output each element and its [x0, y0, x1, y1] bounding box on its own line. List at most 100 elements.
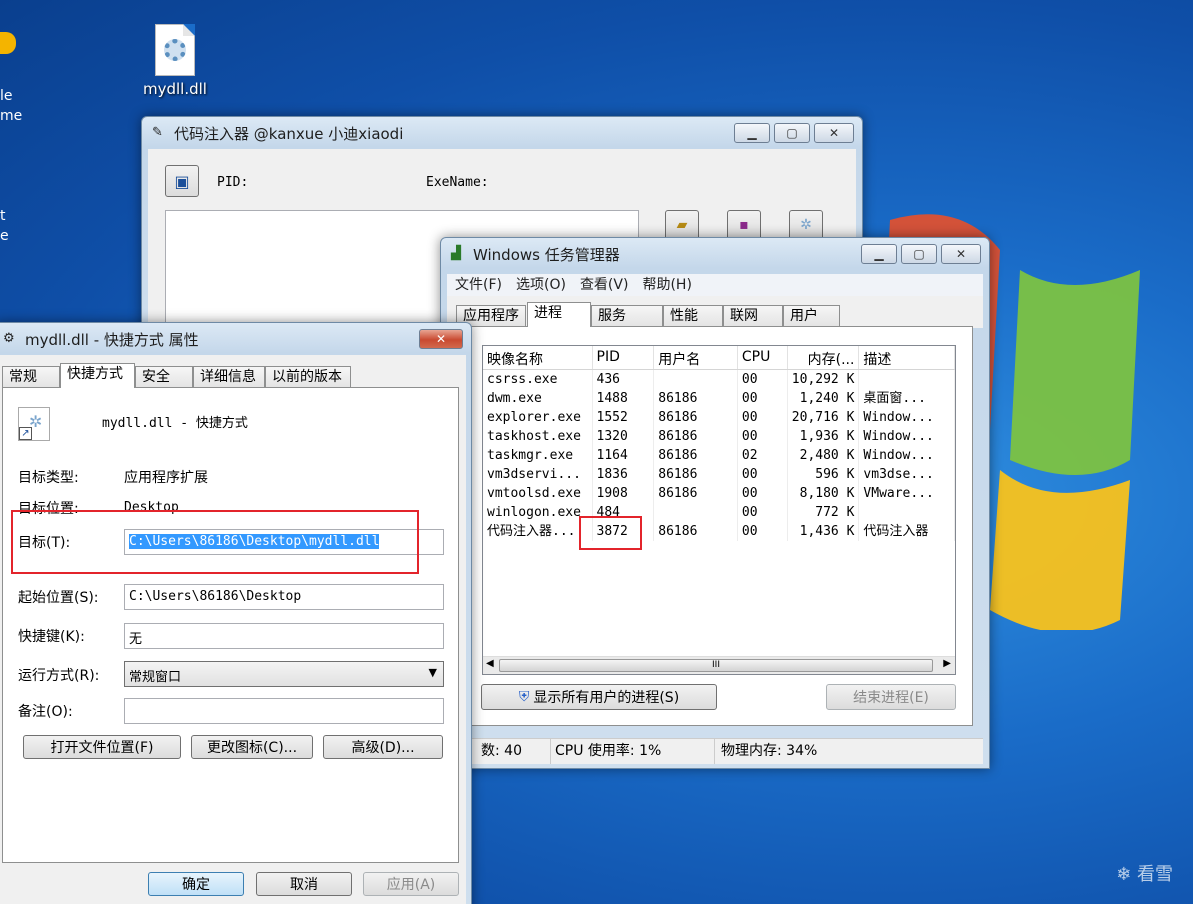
injector-title: 代码注入器 @kanxue 小迪xiaodi: [174, 124, 404, 143]
process-cell: 1164: [593, 446, 655, 465]
process-cell: 86186: [654, 522, 738, 541]
menu-options[interactable]: 选项(O): [516, 274, 566, 296]
process-row[interactable]: winlogon.exe 484 00 772 K: [483, 503, 955, 522]
pid-label: PID:: [217, 175, 249, 190]
folder-icon: ▰: [676, 217, 688, 233]
start-in-label: 起始位置(S):: [18, 590, 99, 606]
shortcut-arrow-icon: ↗: [19, 427, 32, 440]
process-cell: 00: [738, 484, 788, 503]
column-header-memory[interactable]: 内存(...: [788, 346, 860, 369]
apply-button[interactable]: 应用(A): [363, 872, 459, 896]
tab-previous-versions[interactable]: 以前的版本: [265, 366, 351, 388]
ok-button[interactable]: 确定: [148, 872, 244, 896]
process-cell: [859, 370, 955, 389]
process-cell: 00: [738, 370, 788, 389]
properties-caption-buttons: ✕: [419, 329, 463, 349]
horizontal-scrollbar[interactable]: ◀ III ▶: [483, 656, 955, 674]
properties-title: mydll.dll - 快捷方式 属性: [25, 330, 199, 349]
open-file-button[interactable]: ▰: [665, 210, 699, 240]
scroll-right-icon[interactable]: ▶: [943, 658, 951, 669]
process-row[interactable]: taskhost.exe 1320 86186 00 1,936 K Window...: [483, 427, 955, 446]
process-row[interactable]: 代码注入器... 3872 86186 00 1,436 K 代码注入器: [483, 522, 955, 541]
end-process-button[interactable]: 结束进程(E): [826, 684, 956, 710]
process-list-header: 映像名称 PID 用户名 CPU 内存(... 描述: [483, 346, 955, 370]
properties-client: 常规 快捷方式 安全 详细信息 以前的版本 ✲ ↗ mydll.dll - 快捷…: [0, 355, 466, 904]
process-cell: taskmgr.exe: [483, 446, 593, 465]
process-cell: 代码注入器: [859, 522, 955, 541]
taskmgr-icon: ▟: [451, 246, 461, 261]
tab-general[interactable]: 常规: [2, 366, 60, 388]
close-button[interactable]: ✕: [814, 123, 854, 143]
desktop-icon-mydll[interactable]: mydll.dll: [140, 20, 210, 98]
process-cell: 02: [738, 446, 788, 465]
process-cell: 1552: [593, 408, 655, 427]
maximize-button[interactable]: ▢: [774, 123, 810, 143]
cancel-button[interactable]: 取消: [256, 872, 352, 896]
injector-caption-buttons: ▁ ▢ ✕: [734, 123, 854, 143]
monitor-icon: ▣: [174, 171, 190, 191]
process-row[interactable]: vm3dservi... 1836 86186 00 596 Kvm3dse...: [483, 465, 955, 484]
close-button[interactable]: ✕: [419, 329, 463, 349]
column-header-pid[interactable]: PID: [593, 346, 655, 369]
menu-file[interactable]: 文件(F): [455, 274, 502, 296]
process-cell: vmtoolsd.exe: [483, 484, 593, 503]
process-row[interactable]: vmtoolsd.exe 1908 86186 00 8,180 K VMware...: [483, 484, 955, 503]
process-row[interactable]: taskmgr.exe 1164 86186 02 2,480 K Window...: [483, 446, 955, 465]
column-header-description[interactable]: 描述: [859, 346, 955, 369]
process-cell: 8,180 K: [788, 484, 860, 503]
column-header-cpu[interactable]: CPU: [738, 346, 788, 369]
comment-input[interactable]: [124, 698, 444, 724]
properties-titlebar[interactable]: ⚙ mydll.dll - 快捷方式 属性: [0, 323, 471, 355]
app-icon: ✎: [152, 125, 163, 140]
process-cell: 1320: [593, 427, 655, 446]
process-row[interactable]: csrss.exe 436 00 10,292 K: [483, 370, 955, 389]
process-cell: 86186: [654, 427, 738, 446]
change-icon-button[interactable]: 更改图标(C)...: [191, 735, 313, 759]
desktop-label: me: [0, 108, 23, 124]
process-list[interactable]: 映像名称 PID 用户名 CPU 内存(... 描述 csrss.exe 436 0…: [482, 345, 956, 675]
process-cell: [654, 503, 738, 522]
select-process-button[interactable]: ▣: [165, 165, 199, 197]
process-cell: Window...: [859, 446, 955, 465]
process-cell: 86186: [654, 465, 738, 484]
tab-shortcut[interactable]: 快捷方式: [60, 363, 135, 388]
show-all-processes-button[interactable]: ⛨ 显示所有用户的进程(S): [481, 684, 717, 710]
process-cell: 00: [738, 465, 788, 484]
tab-services[interactable]: 服务: [591, 305, 663, 327]
tab-details[interactable]: 详细信息: [193, 366, 265, 388]
save-button[interactable]: ▪: [727, 210, 761, 240]
advanced-button[interactable]: 高级(D)...: [323, 735, 443, 759]
tab-users[interactable]: 用户: [783, 305, 840, 327]
close-button[interactable]: ✕: [941, 244, 981, 264]
shortcut-icon: ✲ ↗: [18, 407, 50, 441]
show-all-processes-label: 显示所有用户的进程(S): [533, 690, 680, 706]
settings-button[interactable]: ✲: [789, 210, 823, 240]
tab-processes[interactable]: 进程: [527, 302, 591, 327]
tab-networking[interactable]: 联网: [723, 305, 783, 327]
start-in-input[interactable]: C:\Users\86186\Desktop: [124, 584, 444, 610]
tab-security[interactable]: 安全: [135, 366, 193, 388]
taskmgr-caption-buttons: ▁ ▢ ✕: [861, 244, 981, 264]
column-header-user[interactable]: 用户名: [654, 346, 738, 369]
scroll-thumb[interactable]: III: [499, 659, 933, 672]
desktop-icon-label: mydll.dll: [143, 80, 207, 98]
run-select[interactable]: 常规窗口 ▼: [124, 661, 444, 687]
process-row[interactable]: dwm.exe 1488 86186 00 1,240 K 桌面窗...: [483, 389, 955, 408]
scroll-left-icon[interactable]: ◀: [486, 658, 494, 669]
minimize-button[interactable]: ▁: [734, 123, 770, 143]
menu-help[interactable]: 帮助(H): [642, 274, 691, 296]
column-header-image[interactable]: 映像名称: [483, 346, 593, 369]
process-cell: 86186: [654, 389, 738, 408]
process-row[interactable]: explorer.exe 1552 86186 00 20,716 K Window...: [483, 408, 955, 427]
process-cell: vm3dservi...: [483, 465, 593, 484]
shortcut-key-input[interactable]: 无: [124, 623, 444, 649]
process-cell: 1,436 K: [788, 522, 860, 541]
status-memory-usage: 物理内存: 34%: [721, 743, 818, 759]
minimize-button[interactable]: ▁: [861, 244, 897, 264]
tab-performance[interactable]: 性能: [663, 305, 723, 327]
menu-view[interactable]: 查看(V): [580, 274, 629, 296]
dll-file-icon: [155, 24, 195, 76]
maximize-button[interactable]: ▢: [901, 244, 937, 264]
shortcut-key-label: 快捷键(K):: [18, 629, 85, 645]
open-file-location-button[interactable]: 打开文件位置(F): [23, 735, 181, 759]
